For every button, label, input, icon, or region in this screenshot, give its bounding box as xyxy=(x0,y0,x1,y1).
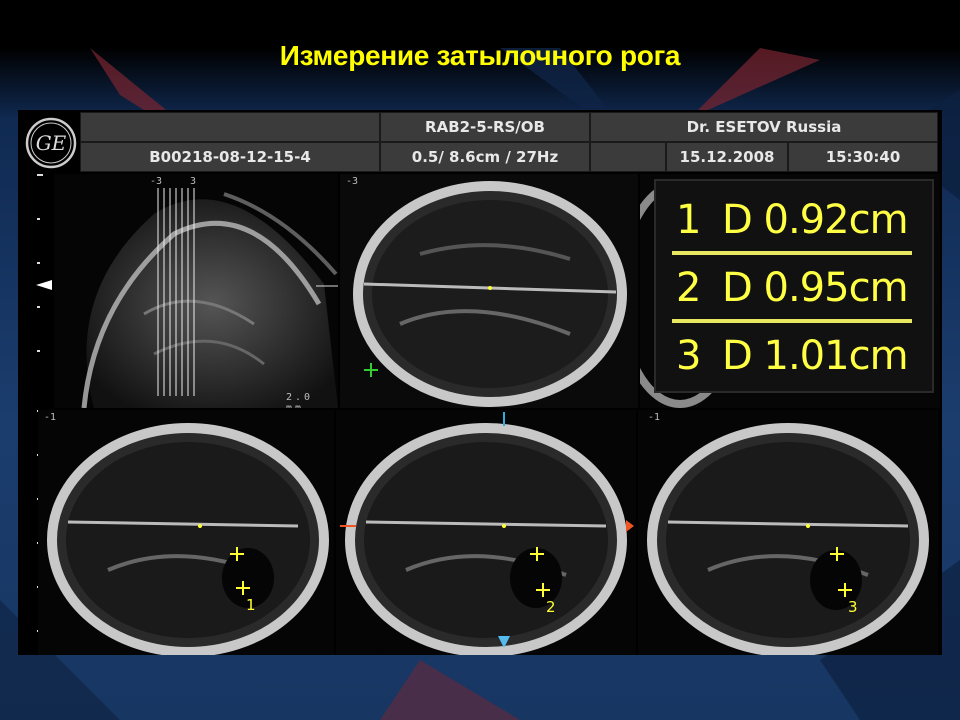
measurement-divider xyxy=(672,319,912,323)
caliper-label: 1 xyxy=(246,596,256,614)
focus-marker-icon xyxy=(36,280,52,290)
exam-date: 15.12.2008 xyxy=(666,142,788,172)
header-blank xyxy=(80,112,380,142)
probe-label: RAB2-5-RS/OB xyxy=(380,112,590,142)
logo-text: GE xyxy=(36,131,67,155)
panel-marker: -3 xyxy=(346,176,359,187)
scan-marker-left: -3 xyxy=(150,176,163,187)
ultrasound-screen: GE RAB2-5-RS/OB Dr. ESETOV Russia B00218… xyxy=(18,110,942,655)
measurement-readout: 1 D 0.92cm 2 D 0.95cm 3 D 1.01cm xyxy=(654,179,934,393)
panel-axial-3: -1 3 xyxy=(638,410,938,655)
operator-label: Dr. ESETOV Russia xyxy=(590,112,938,142)
caliper-label: 3 xyxy=(848,598,858,616)
measurement-row-2: 2 D 0.95cm xyxy=(676,261,916,315)
patient-id: B00218-08-12-15-4 xyxy=(80,142,380,172)
measurement-index: 3 xyxy=(676,333,701,379)
measurement-row-1: 1 D 0.92cm xyxy=(676,193,916,247)
measurement-value: D 0.95cm xyxy=(722,265,909,311)
scan-marker-right: 3 xyxy=(190,176,197,187)
measurement-index: 2 xyxy=(676,265,701,311)
header-blank-2 xyxy=(590,142,666,172)
scan-params: 0.5/ 8.6cm / 27Hz xyxy=(380,142,590,172)
measurement-row-3: 3 D 1.01cm xyxy=(676,329,916,383)
panel-axial-2: 2 xyxy=(336,410,636,655)
caliper-label: 2 xyxy=(546,598,556,616)
panel-axial-1: -1 1 xyxy=(38,410,334,655)
measurement-value: D 0.92cm xyxy=(722,197,909,243)
scale-label: 2.0 mm xyxy=(286,392,314,408)
measurement-value: D 1.01cm xyxy=(722,333,909,379)
panel-marker: -1 xyxy=(648,412,661,423)
measurement-divider xyxy=(672,251,912,255)
panel-marker: -1 xyxy=(44,412,57,423)
ge-logo: GE xyxy=(22,114,80,172)
exam-time: 15:30:40 xyxy=(788,142,938,172)
slide-title: Измерение затылочного рога xyxy=(279,40,681,71)
measurement-index: 1 xyxy=(676,197,701,243)
panel-sagittal: -3 3 2.0 mm xyxy=(54,174,338,408)
panel-axial-top: -3 xyxy=(340,174,638,408)
